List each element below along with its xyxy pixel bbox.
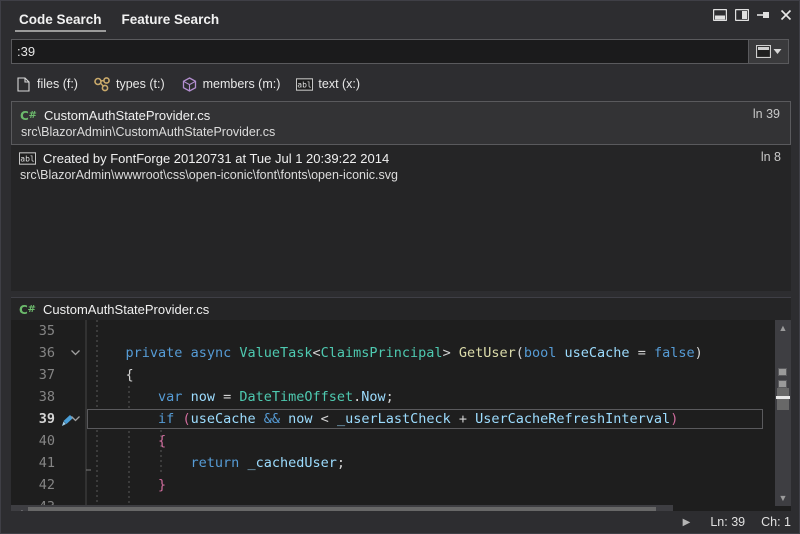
members-icon — [181, 76, 198, 92]
scope-window-icon — [756, 45, 771, 58]
scroll-up-icon[interactable]: ▲ — [775, 320, 791, 336]
line-number: 42 — [11, 477, 59, 493]
svg-text:#: # — [28, 304, 36, 315]
code-text: } — [83, 477, 166, 493]
editor-vertical-scrollbar[interactable]: ▲ ▼ — [775, 320, 791, 506]
result-title: Created by FontForge 20120731 at Tue Jul… — [43, 151, 389, 166]
code-editor[interactable]: 35 36 private async ValueTask<ClaimsPrinc… — [11, 320, 791, 506]
code-text: { — [83, 433, 166, 449]
line-number: 37 — [11, 367, 59, 383]
result-path: src\BlazorAdmin\wwwroot\css\open-iconic\… — [19, 168, 783, 182]
code-line[interactable]: 38 var now = DateTimeOffset.Now; — [11, 386, 791, 408]
scroll-down-icon[interactable]: ▼ — [775, 490, 791, 506]
expand-status-icon[interactable]: ▶ — [683, 517, 691, 528]
search-bar[interactable]: :39 — [11, 39, 789, 64]
title-bar: Code Search Feature Search — [1, 1, 799, 33]
preview-file-name: CustomAuthStateProvider.cs — [43, 302, 209, 317]
filter-text-label: text (x:) — [318, 77, 360, 91]
svg-text:abl: abl — [20, 154, 35, 163]
line-number: 35 — [11, 323, 59, 339]
pin-icon[interactable] — [756, 7, 771, 22]
code-text: var now = DateTimeOffset.Now; — [83, 389, 394, 405]
split-pane-icon[interactable] — [734, 7, 749, 22]
file-icon — [15, 76, 32, 92]
search-results-list[interactable]: C # CustomAuthStateProvider.cs src\Blazo… — [11, 101, 791, 291]
scroll-marker — [778, 368, 787, 376]
preview-header: C # CustomAuthStateProvider.cs — [11, 298, 791, 320]
csharp-icon: C # — [19, 301, 36, 317]
filter-files-label: files (f:) — [37, 77, 78, 91]
result-path: src\BlazorAdmin\CustomAuthStateProvider.… — [20, 125, 782, 139]
types-icon — [94, 76, 111, 92]
fold-toggle[interactable] — [67, 413, 83, 426]
tab-feature-search[interactable]: Feature Search — [112, 8, 230, 33]
line-number: 39 — [11, 411, 59, 427]
code-line[interactable]: 42 } — [11, 474, 791, 496]
svg-text:abl: abl — [298, 80, 313, 89]
fold-toggle[interactable] — [67, 347, 83, 360]
search-input[interactable]: :39 — [12, 44, 748, 59]
vertical-scroll-thumb[interactable] — [777, 388, 789, 410]
search-scope-button[interactable] — [748, 40, 788, 63]
tab-strip: Code Search Feature Search — [1, 8, 229, 33]
filter-text[interactable]: abl text (x:) — [296, 76, 360, 92]
status-line: Ln: 39 — [710, 515, 745, 529]
code-line-container: 35 36 private async ValueTask<ClaimsPrinc… — [11, 320, 791, 506]
line-number: 41 — [11, 455, 59, 471]
code-text: private async ValueTask<ClaimsPrincipal>… — [83, 345, 703, 361]
filter-files[interactable]: files (f:) — [15, 76, 78, 92]
filter-members-label: members (m:) — [203, 77, 281, 91]
status-column: Ch: 1 — [761, 515, 791, 529]
svg-text:#: # — [29, 110, 37, 121]
tab-code-search[interactable]: Code Search — [9, 8, 112, 33]
code-text: if (useCache && now < _userLastCheck + U… — [83, 411, 678, 427]
result-line-number: ln 39 — [753, 107, 780, 121]
result-item-1[interactable]: abl Created by FontForge 20120731 at Tue… — [11, 145, 791, 189]
code-text: { — [83, 367, 134, 383]
code-line[interactable]: 37 { — [11, 364, 791, 386]
code-line[interactable]: 39 if (useCache && now < _userLastCheck … — [11, 408, 791, 430]
line-number: 38 — [11, 389, 59, 405]
caret-position-marker — [776, 396, 790, 399]
code-line[interactable]: 41 return _cachedUser; — [11, 452, 791, 474]
result-title: CustomAuthStateProvider.cs — [44, 108, 210, 123]
csharp-icon: C # — [20, 108, 37, 124]
code-line[interactable]: 40 { — [11, 430, 791, 452]
filter-members[interactable]: members (m:) — [181, 76, 281, 92]
preview-pane: C # CustomAuthStateProvider.cs 35 36 priv… — [11, 297, 791, 527]
code-search-window: Code Search Feature Search — [0, 0, 800, 534]
dock-bottom-icon[interactable] — [712, 7, 727, 22]
chevron-down-icon — [773, 48, 782, 55]
code-line[interactable]: 36 private async ValueTask<ClaimsPrincip… — [11, 342, 791, 364]
scroll-marker — [778, 380, 787, 388]
window-controls — [712, 7, 793, 22]
text-icon: abl — [296, 76, 313, 92]
status-bar: ▶ Ln: 39 Ch: 1 — [1, 511, 799, 533]
filter-types-label: types (t:) — [116, 77, 165, 91]
line-number: 36 — [11, 345, 59, 361]
filter-row: files (f:) types (t:) members (m:) — [15, 73, 376, 95]
result-line-number: ln 8 — [761, 150, 781, 164]
tab-code-search-label: Code Search — [19, 12, 102, 27]
text-icon: abl — [19, 151, 36, 167]
tab-feature-search-label: Feature Search — [122, 12, 220, 27]
code-text: return _cachedUser; — [83, 455, 345, 471]
result-item-0[interactable]: C # CustomAuthStateProvider.cs src\Blazo… — [11, 101, 791, 145]
filter-types[interactable]: types (t:) — [94, 76, 165, 92]
line-number: 40 — [11, 433, 59, 449]
code-line[interactable]: 35 — [11, 320, 791, 342]
close-icon[interactable] — [778, 7, 793, 22]
